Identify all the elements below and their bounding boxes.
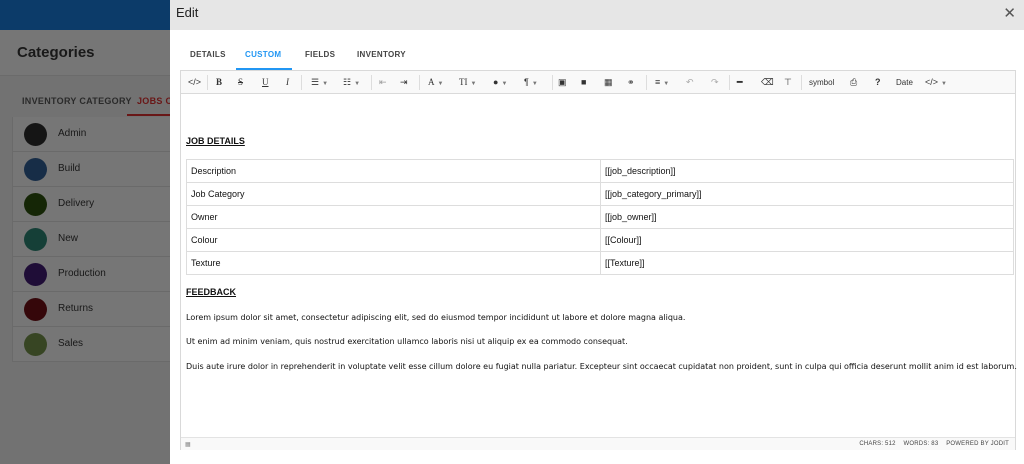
italic-icon[interactable]: I <box>286 75 289 90</box>
outdent-icon[interactable]: ⇤ <box>379 75 387 90</box>
symbol-button[interactable]: symbol <box>809 75 834 90</box>
table-cell[interactable]: [[job_owner]] <box>600 205 1014 229</box>
edit-modal: Edit ✕ DETAILS CUSTOM FIELDS INVENTORY <… <box>170 0 1024 464</box>
powered-by-link[interactable]: POWERED BY JODIT <box>946 441 1009 447</box>
toolbar-separator <box>801 75 802 90</box>
paragraph: Lorem ipsum dolor sit amet, consectetur … <box>186 313 686 322</box>
align-icon[interactable]: ≡ ▼ <box>655 75 669 90</box>
table-cell[interactable]: Colour <box>186 228 601 252</box>
toolbar-separator <box>207 75 208 90</box>
tab-details[interactable]: DETAILS <box>190 50 226 59</box>
paragraph-icon[interactable]: ¶ ▼ <box>524 75 538 90</box>
print-icon[interactable]: ⎙ <box>850 75 857 90</box>
table-cell[interactable]: [[job_category_primary]] <box>600 182 1014 206</box>
table-cell[interactable]: Job Category <box>186 182 601 206</box>
video-icon[interactable]: ■ <box>581 75 586 90</box>
close-icon[interactable]: ✕ <box>1003 4 1016 22</box>
date-button[interactable]: Date <box>896 75 913 90</box>
table-icon[interactable]: ▦ <box>604 75 613 90</box>
source-code-icon[interactable]: </> <box>188 75 201 90</box>
tab-fields[interactable]: FIELDS <box>305 50 335 59</box>
help-button[interactable]: ? <box>875 75 881 90</box>
paragraph-button-label: ¶ <box>524 77 529 87</box>
word-count: WORDS: 83 <box>903 441 939 447</box>
table-row: Description [[job_description]] <box>186 159 1014 183</box>
char-count: CHARS: 512 <box>859 441 896 447</box>
toolbar-separator <box>371 75 372 90</box>
table-cell[interactable]: Owner <box>186 205 601 229</box>
tab-custom[interactable]: CUSTOM <box>245 50 281 59</box>
toolbar-separator <box>419 75 420 90</box>
underline-icon[interactable]: U <box>262 75 269 90</box>
modal-title: Edit <box>176 5 199 20</box>
resize-grip-icon[interactable]: ▦ <box>185 441 191 448</box>
more-code-icon[interactable]: </> ▼ <box>925 75 947 90</box>
font-button-label: A <box>428 77 435 87</box>
horizontal-rule-icon[interactable]: ━ <box>737 75 742 90</box>
eraser-icon[interactable]: ⌫ <box>761 75 774 90</box>
link-icon[interactable]: ⚭ <box>627 75 635 90</box>
table-row: Texture [[Texture]] <box>186 251 1014 275</box>
rich-text-editor: </> B S U I ☰ ▼ ☷ ▼ ⇤ ⇥ A ▼ TI ▼ ● ▼ ¶ ▼ ▣ ■ ▦… <box>180 70 1017 450</box>
paragraph: Ut enim ad minim veniam, quis nostrud ex… <box>186 337 628 346</box>
table-cell[interactable]: [[job_description]] <box>600 159 1014 183</box>
strikethrough-icon[interactable]: S <box>238 75 243 90</box>
font-size-icon[interactable]: TI ▼ <box>459 75 476 90</box>
toolbar-separator <box>552 75 553 90</box>
table-cell[interactable]: [[Texture]] <box>600 251 1014 275</box>
brush-color-icon[interactable]: ● ▼ <box>493 75 507 90</box>
table-cell[interactable]: Texture <box>186 251 601 275</box>
editor-content[interactable]: JOB DETAILS Description [[job_description… <box>186 95 1017 435</box>
font-family-icon[interactable]: A ▼ <box>428 75 443 90</box>
table-row: Job Category [[job_category_primary]] <box>186 182 1014 206</box>
modal-header: Edit ✕ <box>170 0 1024 30</box>
editor-toolbar: </> B S U I ☰ ▼ ☷ ▼ ⇤ ⇥ A ▼ TI ▼ ● ▼ ¶ ▼ ▣ ■ ▦… <box>181 71 1015 94</box>
indent-icon[interactable]: ⇥ <box>400 75 408 90</box>
feedback-heading: FEEDBACK <box>186 287 237 297</box>
editor-status-bar: ▦ CHARS: 512 WORDS: 83 POWERED BY JODIT <box>181 437 1015 450</box>
numbered-list-icon[interactable]: ☷ ▼ <box>343 75 360 90</box>
size-button-label: TI <box>459 77 468 87</box>
table-row: Colour [[Colour]] <box>186 228 1014 252</box>
table-cell[interactable]: Description <box>186 159 601 183</box>
toolbar-separator <box>301 75 302 90</box>
job-details-heading: JOB DETAILS <box>186 136 245 146</box>
table-cell[interactable]: [[Colour]] <box>600 228 1014 252</box>
tab-inventory[interactable]: INVENTORY <box>357 50 406 59</box>
copy-format-icon[interactable]: ⊤ <box>784 75 792 90</box>
bullet-list-icon[interactable]: ☰ ▼ <box>311 75 328 90</box>
toolbar-separator <box>729 75 730 90</box>
bold-icon[interactable]: B <box>216 75 222 90</box>
table-row: Owner [[job_owner]] <box>186 205 1014 229</box>
image-icon[interactable]: ▣ <box>558 75 567 90</box>
job-details-table: Description [[job_description]] Job Categ… <box>186 159 1014 275</box>
undo-icon[interactable]: ↶ <box>686 75 694 90</box>
paragraph: Duis aute irure dolor in reprehenderit i… <box>186 362 1017 371</box>
toolbar-separator <box>646 75 647 90</box>
status-info: CHARS: 512 WORDS: 83 POWERED BY JODIT <box>853 441 1009 447</box>
redo-icon[interactable]: ↷ <box>711 75 719 90</box>
